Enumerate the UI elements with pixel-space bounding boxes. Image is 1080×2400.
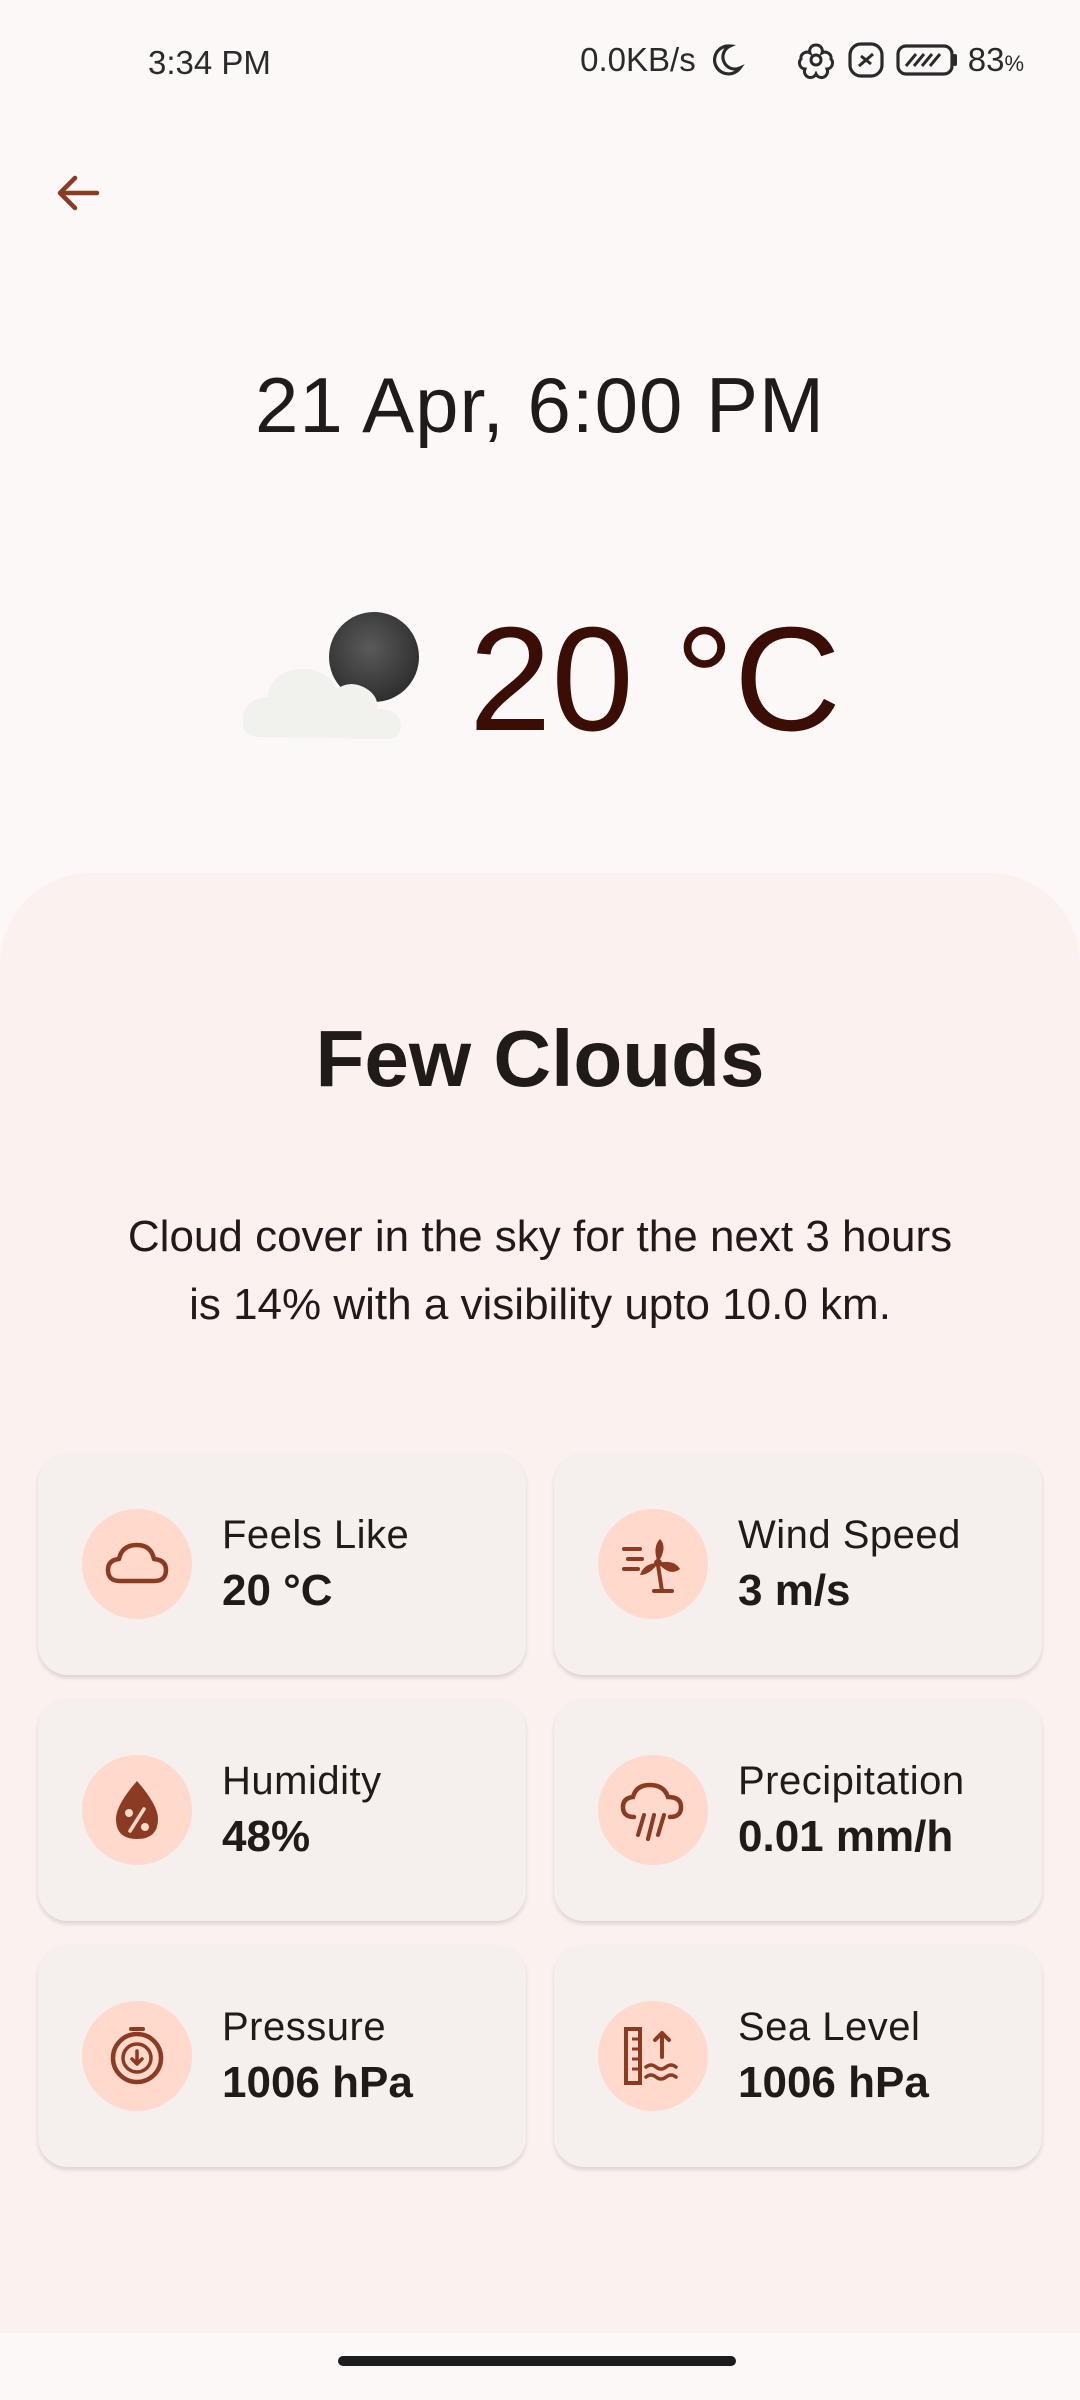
cloud-icon [82, 1509, 192, 1619]
temperature-value: 20 °C [469, 597, 841, 762]
back-button[interactable] [40, 155, 116, 231]
card-label: Humidity [222, 1758, 382, 1803]
status-time: 3:34 PM [148, 44, 271, 81]
card-label: Pressure [222, 2004, 387, 2049]
card-value: 0.01 mm/h [738, 1811, 954, 1861]
forecast-date-time: 21 Apr, 6:00 PM [254, 361, 826, 449]
battery-icon [896, 44, 957, 76]
card-value: 1006 hPa [738, 2057, 929, 2107]
moon-icon [712, 44, 745, 76]
flower-icon [797, 43, 834, 80]
rain-cloud-icon [598, 1755, 708, 1865]
wind-speed-card: Wind Speed 3 m/s [554, 1453, 1042, 1675]
details-grid: Feels Like 20 °C Wind Speed 3 m/s Humidi… [38, 1453, 1042, 2167]
humidity-card: Humidity 48% [38, 1699, 526, 1921]
condition-description: Cloud cover in the sky for the next 3 ho… [127, 1212, 953, 1329]
feels-like-card: Feels Like 20 °C [38, 1453, 526, 1675]
precipitation-card: Precipitation 0.01 mm/h [554, 1699, 1042, 1921]
humidity-drop-icon [82, 1755, 192, 1865]
battery-level: 83% [968, 41, 1024, 79]
details-sheet: Few Clouds Cloud cover in the sky for th… [0, 873, 1080, 2333]
app-badge-icon [848, 42, 884, 78]
battery-percent: 83 [967, 41, 1005, 78]
card-value: 20 °C [222, 1565, 333, 1615]
status-icons: 0.0KB/s 83% [580, 40, 1024, 80]
network-speed: 0.0KB/s [580, 41, 696, 78]
home-indicator[interactable] [338, 2356, 736, 2366]
card-label: Feels Like [222, 1512, 410, 1557]
card-label: Wind Speed [738, 1512, 961, 1557]
temperature-row: 20 °C [0, 590, 1080, 770]
condition-title: Few Clouds [315, 1014, 765, 1103]
cloud-night-icon [242, 612, 420, 739]
weather-detail-screen: 3:34 PM 0.0KB/s 83% 21 Apr, 6:00 PM 20 °… [0, 0, 1080, 2400]
card-value: 48% [222, 1811, 311, 1861]
card-value: 3 m/s [738, 1565, 851, 1615]
card-label: Sea Level [738, 2004, 921, 2049]
pressure-card: Pressure 1006 hPa [38, 1945, 526, 2167]
sea-level-icon [598, 2001, 708, 2111]
card-value: 1006 hPa [222, 2057, 413, 2107]
battery-unit: % [1004, 51, 1024, 76]
card-label: Precipitation [738, 1758, 965, 1803]
wind-turbine-icon [598, 1509, 708, 1619]
status-bar: 3:34 PM 0.0KB/s 83% [0, 0, 1080, 130]
pressure-gauge-icon [82, 2001, 192, 2111]
arrow-back-icon [57, 175, 100, 211]
sea-level-card: Sea Level 1006 hPa [554, 1945, 1042, 2167]
